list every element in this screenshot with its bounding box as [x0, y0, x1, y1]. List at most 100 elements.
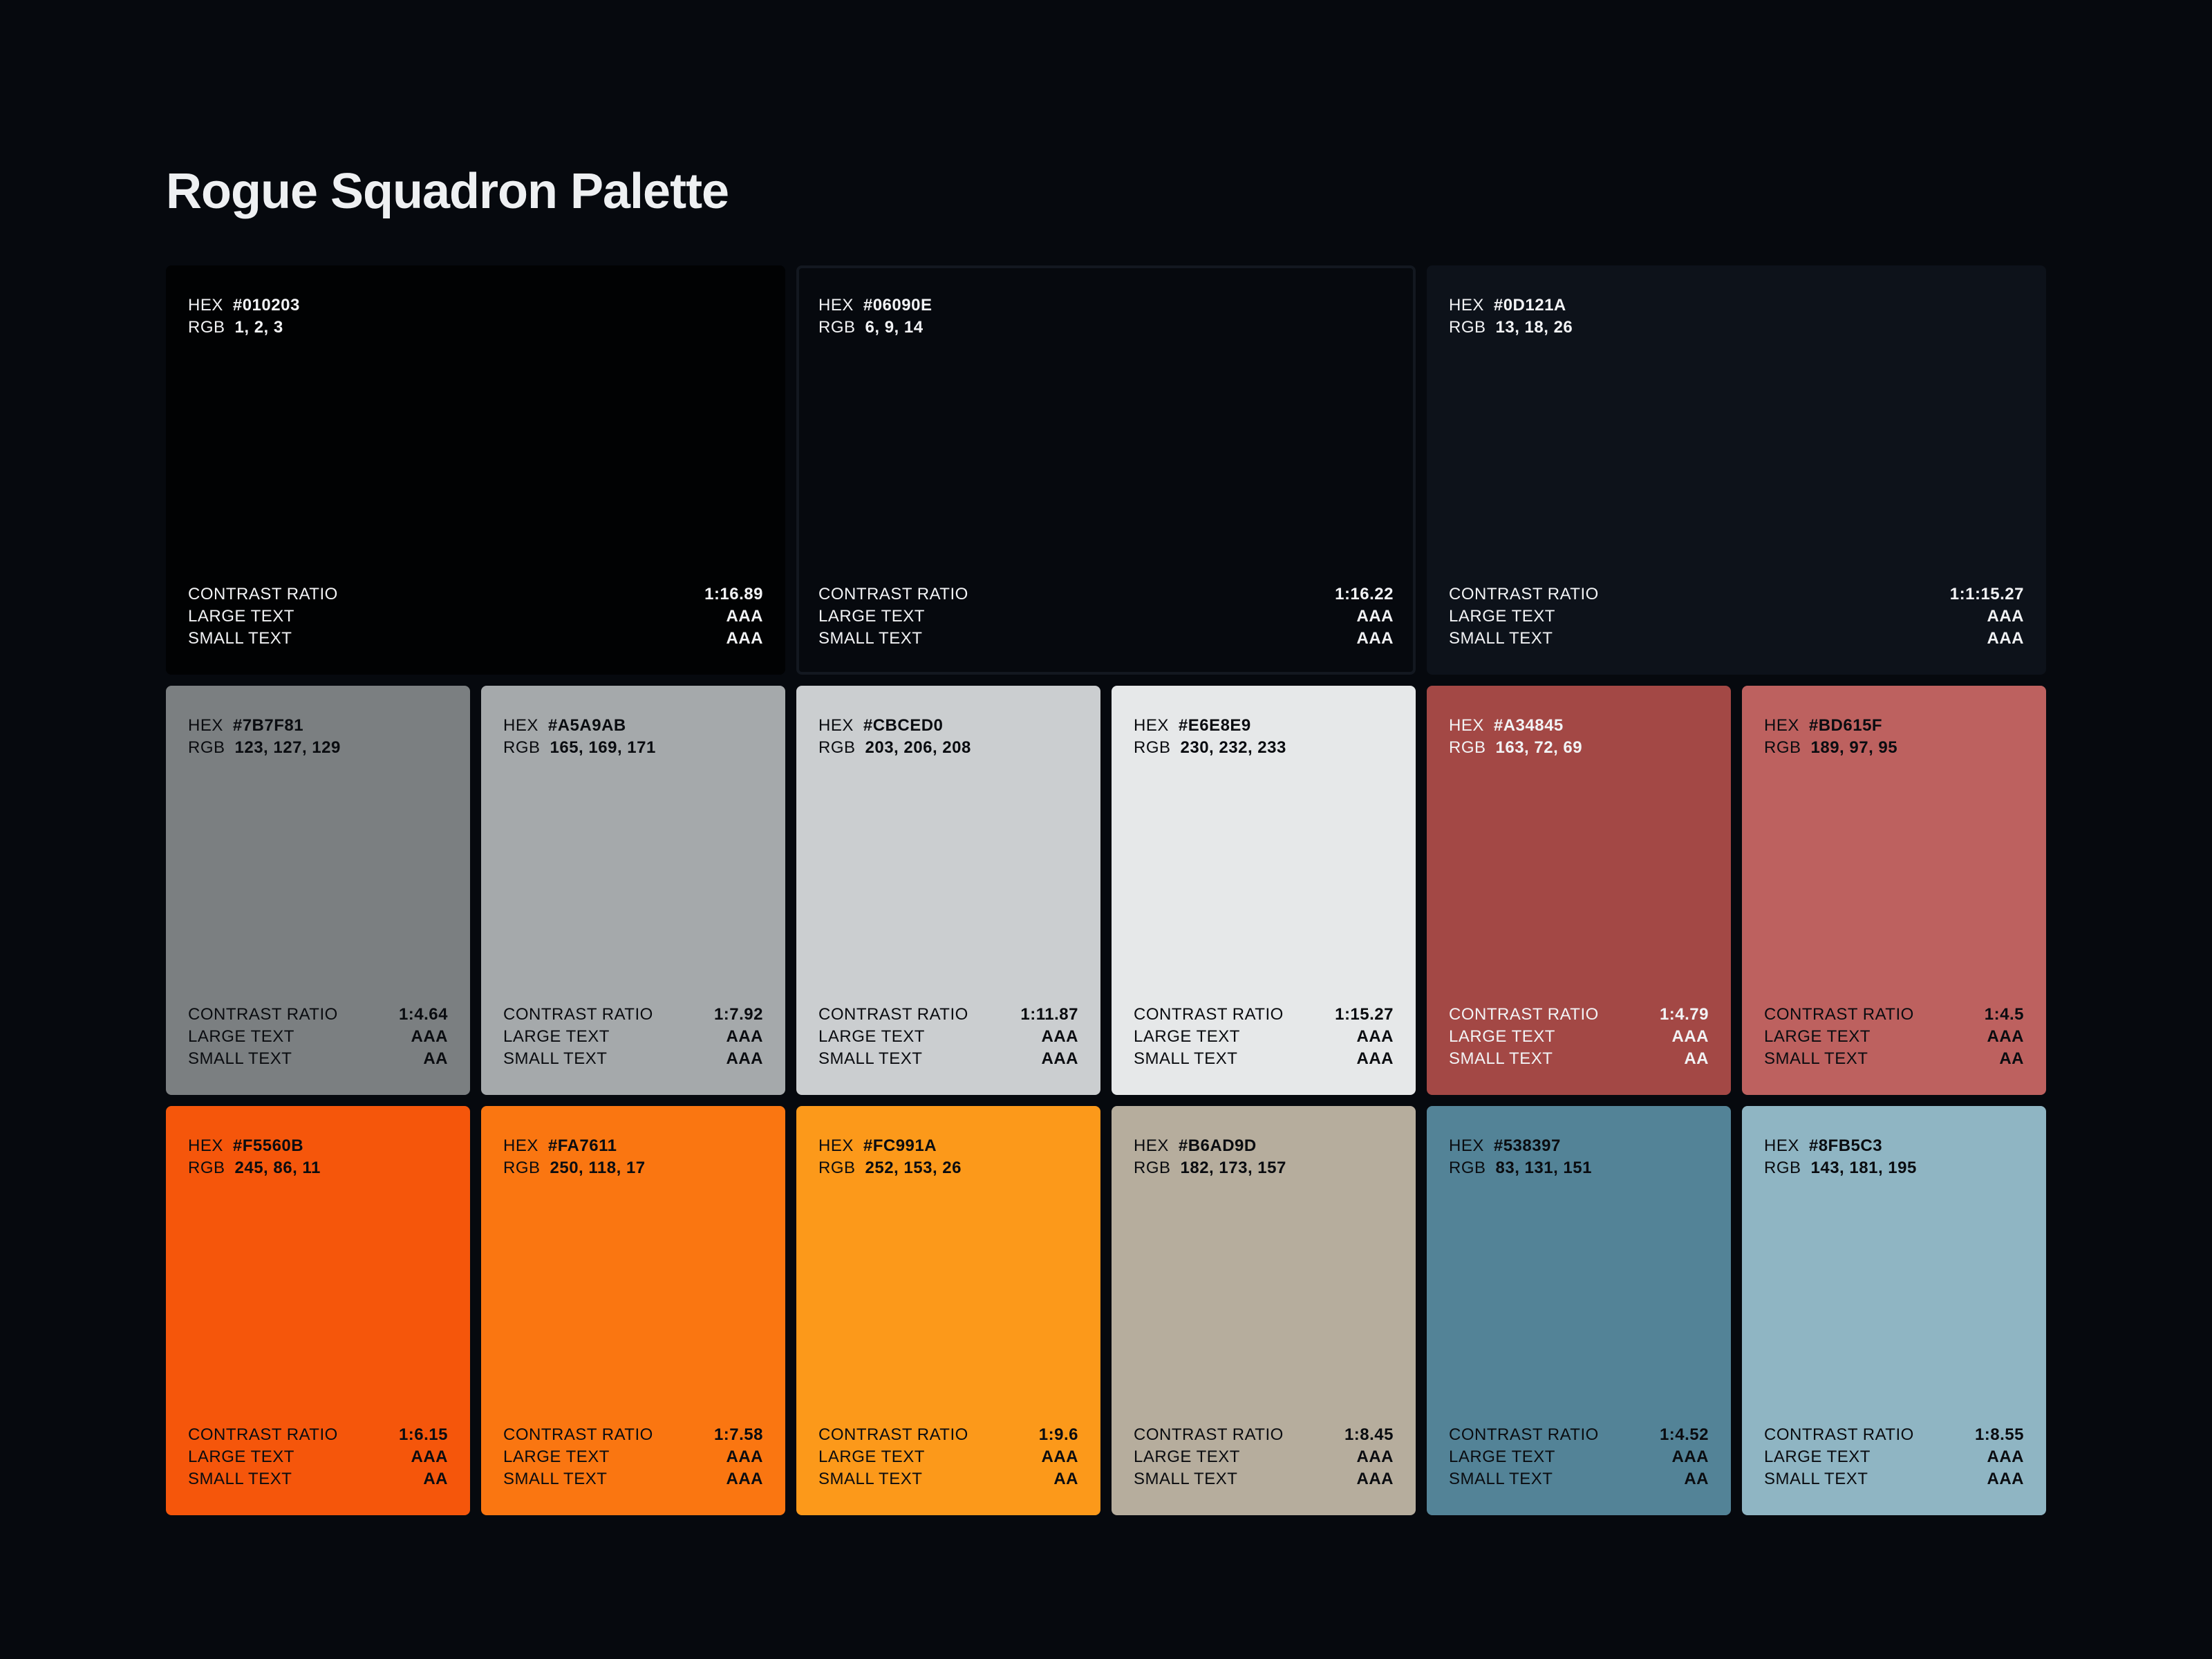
- contrast-ratio-value: 1:11.87: [1020, 1005, 1078, 1024]
- hex-value: #0D121A: [1493, 296, 1566, 315]
- swatch-info: HEX #A34845 RGB 163, 72, 69: [1449, 715, 1709, 759]
- rgb-label: RGB: [1134, 738, 1171, 757]
- rgb-value: 123, 127, 129: [234, 738, 341, 757]
- rgb-label: RGB: [188, 738, 225, 757]
- swatch-info: HEX #FC991A RGB 252, 153, 26: [818, 1135, 1078, 1179]
- small-text-label: SMALL TEXT: [1449, 1470, 1553, 1488]
- small-text-label: SMALL TEXT: [188, 1470, 292, 1488]
- hex-value: #A34845: [1493, 716, 1564, 735]
- rgb-line: RGB 163, 72, 69: [1449, 737, 1709, 759]
- hex-line: HEX #0D121A: [1449, 294, 2024, 317]
- rgb-label: RGB: [1764, 1159, 1801, 1177]
- hex-line: HEX #A34845: [1449, 715, 1709, 737]
- color-swatch-card: HEX #BD615F RGB 189, 97, 95 CONTRAST RATIO 1:…: [1742, 686, 2046, 1095]
- hex-line: HEX #B6AD9D: [1134, 1135, 1394, 1157]
- contrast-ratio-label: CONTRAST RATIO: [1449, 585, 1599, 603]
- hex-label: HEX: [1134, 716, 1169, 735]
- large-text-line: LARGE TEXT AAA: [1134, 1446, 1394, 1468]
- contrast-ratio-line: CONTRAST RATIO 1:4.64: [188, 1004, 448, 1026]
- color-swatch-card: HEX #F5560B RGB 245, 86, 11 CONTRAST RATIO 1:…: [166, 1106, 470, 1515]
- rgb-line: RGB 6, 9, 14: [818, 317, 1394, 339]
- rgb-line: RGB 245, 86, 11: [188, 1157, 448, 1179]
- rgb-label: RGB: [188, 1159, 225, 1177]
- color-swatch-card: HEX #538397 RGB 83, 131, 151 CONTRAST RATIO 1…: [1427, 1106, 1731, 1515]
- small-text-value: AAA: [1356, 1470, 1394, 1488]
- rgb-label: RGB: [818, 738, 856, 757]
- small-text-label: SMALL TEXT: [1134, 1049, 1238, 1068]
- contrast-ratio-line: CONTRAST RATIO 1:9.6: [818, 1424, 1078, 1446]
- hex-line: HEX #06090E: [818, 294, 1394, 317]
- small-text-label: SMALL TEXT: [1449, 629, 1553, 648]
- large-text-value: AAA: [1356, 1447, 1394, 1466]
- large-text-value: AAA: [1671, 1447, 1709, 1466]
- hex-label: HEX: [1449, 1136, 1484, 1155]
- small-text-value: AAA: [1356, 629, 1394, 648]
- large-text-label: LARGE TEXT: [1449, 1027, 1555, 1046]
- swatch-metrics: CONTRAST RATIO 1:7.58 LARGE TEXT AAA SMALL T…: [503, 1424, 763, 1490]
- rgb-label: RGB: [818, 1159, 856, 1177]
- small-text-line: SMALL TEXT AAA: [1764, 1468, 2024, 1490]
- contrast-ratio-line: CONTRAST RATIO 1:8.45: [1134, 1424, 1394, 1446]
- large-text-label: LARGE TEXT: [818, 1447, 925, 1466]
- small-text-line: SMALL TEXT AAA: [1449, 628, 2024, 650]
- small-text-line: SMALL TEXT AAA: [503, 1468, 763, 1490]
- contrast-ratio-line: CONTRAST RATIO 1:16.89: [188, 583, 763, 606]
- contrast-ratio-value: 1:8.45: [1344, 1425, 1394, 1444]
- hex-value: #FC991A: [863, 1136, 937, 1155]
- swatch-info: HEX #8FB5C3 RGB 143, 181, 195: [1764, 1135, 2024, 1179]
- hex-value: #B6AD9D: [1178, 1136, 1257, 1155]
- large-text-label: LARGE TEXT: [1764, 1027, 1871, 1046]
- hex-value: #E6E8E9: [1178, 716, 1251, 735]
- large-text-value: AAA: [1987, 607, 2024, 626]
- rgb-line: RGB 123, 127, 129: [188, 737, 448, 759]
- contrast-ratio-label: CONTRAST RATIO: [818, 1005, 968, 1024]
- large-text-line: LARGE TEXT AAA: [188, 1446, 448, 1468]
- large-text-label: LARGE TEXT: [188, 1027, 294, 1046]
- large-text-value: AAA: [1987, 1027, 2024, 1046]
- large-text-label: LARGE TEXT: [1449, 1447, 1555, 1466]
- small-text-label: SMALL TEXT: [1764, 1049, 1868, 1068]
- rgb-value: 165, 169, 171: [550, 738, 656, 757]
- contrast-ratio-line: CONTRAST RATIO 1:7.92: [503, 1004, 763, 1026]
- swatch-info: HEX #A5A9AB RGB 165, 169, 171: [503, 715, 763, 759]
- contrast-ratio-value: 1:6.15: [398, 1425, 448, 1444]
- swatch-info: HEX #BD615F RGB 189, 97, 95: [1764, 715, 2024, 759]
- large-text-value: AAA: [1671, 1027, 1709, 1046]
- small-text-label: SMALL TEXT: [503, 1049, 608, 1068]
- rgb-label: RGB: [1764, 738, 1801, 757]
- large-text-line: LARGE TEXT AAA: [503, 1026, 763, 1048]
- rgb-value: 83, 131, 151: [1495, 1159, 1592, 1177]
- hex-label: HEX: [1449, 716, 1484, 735]
- contrast-ratio-value: 1:4.5: [1984, 1005, 2024, 1024]
- hex-value: #FA7611: [547, 1136, 617, 1155]
- color-swatch-card: HEX #A34845 RGB 163, 72, 69 CONTRAST RATIO 1:…: [1427, 686, 1731, 1095]
- hex-label: HEX: [818, 296, 854, 315]
- swatch-row-top: HEX #010203 RGB 1, 2, 3 CONTRAST RATIO 1:16.8…: [166, 265, 2046, 675]
- small-text-label: SMALL TEXT: [1449, 1049, 1553, 1068]
- large-text-value: AAA: [726, 607, 763, 626]
- color-swatch-card: HEX #A5A9AB RGB 165, 169, 171 CONTRAST RATIO…: [481, 686, 785, 1095]
- small-text-label: SMALL TEXT: [818, 629, 923, 648]
- hex-line: HEX #E6E8E9: [1134, 715, 1394, 737]
- contrast-ratio-value: 1:8.55: [1974, 1425, 2024, 1444]
- hex-label: HEX: [818, 716, 854, 735]
- swatch-metrics: CONTRAST RATIO 1:4.64 LARGE TEXT AAA SMALL T…: [188, 1004, 448, 1070]
- small-text-label: SMALL TEXT: [503, 1470, 608, 1488]
- contrast-ratio-label: CONTRAST RATIO: [188, 1425, 338, 1444]
- color-swatch-card: HEX #06090E RGB 6, 9, 14 CONTRAST RATIO 1:16.…: [796, 265, 1416, 675]
- small-text-line: SMALL TEXT AAA: [818, 1048, 1078, 1070]
- hex-value: #010203: [232, 296, 300, 315]
- color-swatch-card: HEX #CBCED0 RGB 203, 206, 208 CONTRAST RATIO…: [796, 686, 1100, 1095]
- hex-label: HEX: [1134, 1136, 1169, 1155]
- color-swatch-card: HEX #8FB5C3 RGB 143, 181, 195 CONTRAST RATIO…: [1742, 1106, 2046, 1515]
- hex-line: HEX #A5A9AB: [503, 715, 763, 737]
- small-text-value: AAA: [726, 1049, 763, 1068]
- contrast-ratio-value: 1:4.79: [1659, 1005, 1709, 1024]
- small-text-value: AAA: [1987, 629, 2024, 648]
- large-text-value: AAA: [411, 1447, 448, 1466]
- swatch-info: HEX #E6E8E9 RGB 230, 232, 233: [1134, 715, 1394, 759]
- hex-line: HEX #CBCED0: [818, 715, 1078, 737]
- color-swatch-card: HEX #FC991A RGB 252, 153, 26 CONTRAST RATIO 1…: [796, 1106, 1100, 1515]
- small-text-value: AA: [423, 1470, 448, 1488]
- rgb-label: RGB: [1449, 318, 1486, 337]
